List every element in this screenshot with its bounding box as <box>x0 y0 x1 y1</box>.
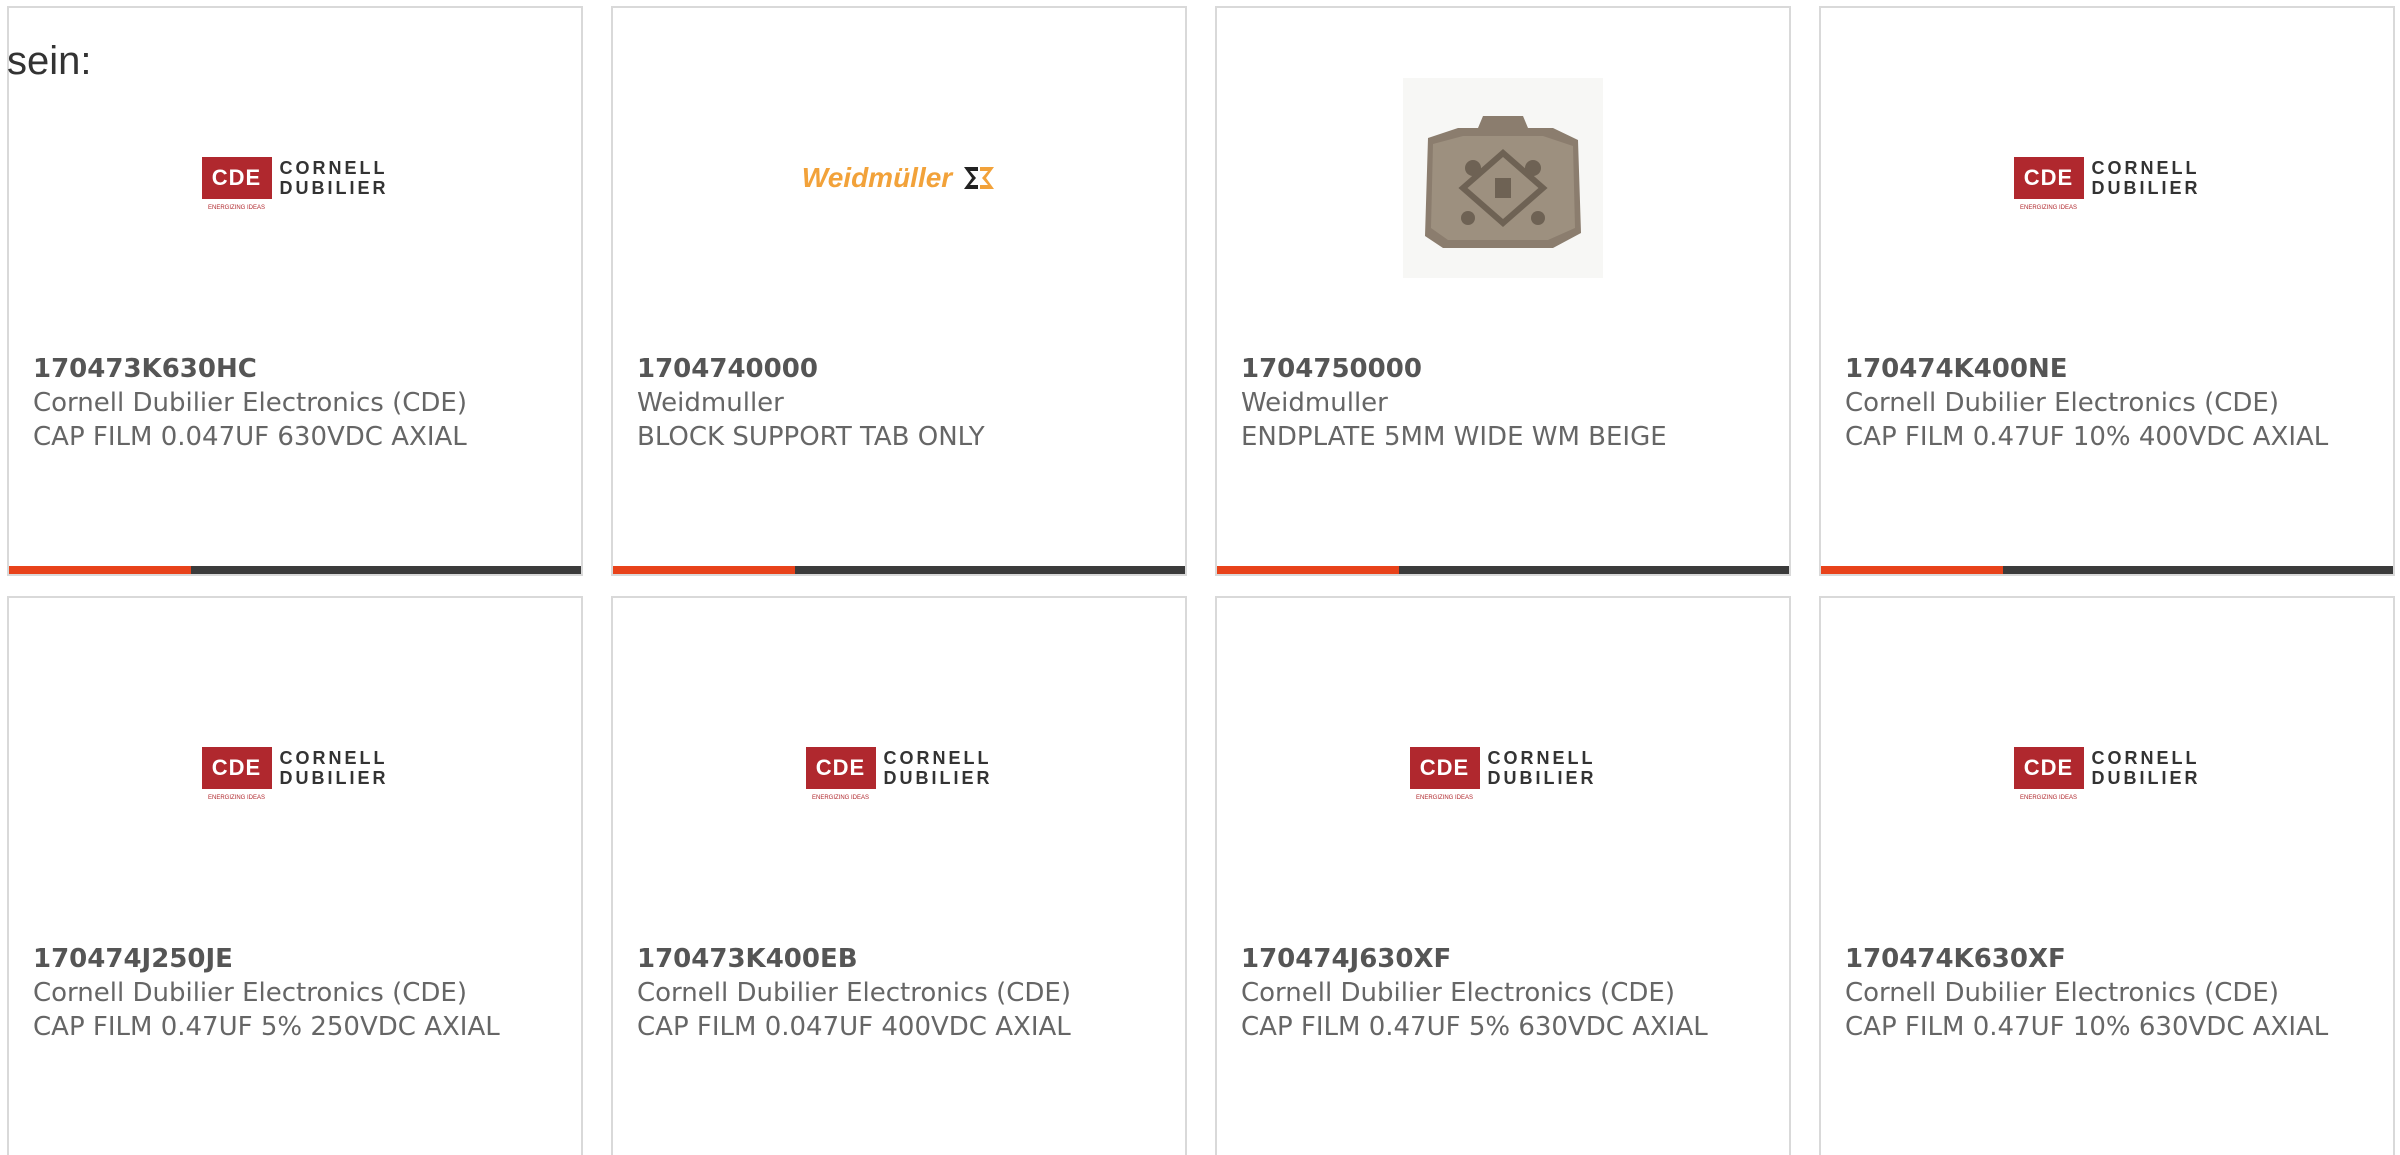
product-image[interactable]: CDE ENERGIZING IDEAS CORNELL DUBILIER <box>1821 658 2393 878</box>
product-image[interactable] <box>1217 68 1789 288</box>
description: BLOCK SUPPORT TAB ONLY <box>637 422 985 452</box>
description: CAP FILM 0.47UF 10% 630VDC AXIAL <box>1845 1012 2329 1042</box>
description: CAP FILM 0.047UF 400VDC AXIAL <box>637 1012 1071 1042</box>
description: CAP FILM 0.47UF 5% 630VDC AXIAL <box>1241 1012 1708 1042</box>
product-card[interactable]: CDE ENERGIZING IDEAS CORNELL DUBILIER 1704… <box>7 596 583 1155</box>
weidmuller-mark-icon <box>964 167 995 189</box>
product-card[interactable]: Weidmüller 1704740000 Weidmuller BLOCK S… <box>611 6 1187 576</box>
endplate-photo <box>1403 78 1603 278</box>
manufacturer: Weidmuller <box>637 388 784 418</box>
part-number-link[interactable]: 170473K630HC <box>33 352 557 386</box>
part-number-link[interactable]: 170474K400NE <box>1845 352 2369 386</box>
manufacturer: Cornell Dubilier Electronics (CDE) <box>1845 978 2279 1008</box>
product-card[interactable]: CDE ENERGIZING IDEAS CORNELL DUBILIER 1704… <box>1819 596 2395 1155</box>
part-number-link[interactable]: 170473K400EB <box>637 942 1161 976</box>
manufacturer: Cornell Dubilier Electronics (CDE) <box>33 978 467 1008</box>
card-bar <box>9 566 581 574</box>
manufacturer: Cornell Dubilier Electronics (CDE) <box>1241 978 1675 1008</box>
card-bar <box>1217 566 1789 574</box>
product-image[interactable]: CDE ENERGIZING IDEAS CORNELL DUBILIER <box>9 658 581 878</box>
part-number-link[interactable]: 1704740000 <box>637 352 1161 386</box>
part-number-link[interactable]: 170474K630XF <box>1845 942 2369 976</box>
part-number-link[interactable]: 1704750000 <box>1241 352 1765 386</box>
product-card[interactable]: CDE ENERGIZING IDEAS CORNELL DUBILIER 1704… <box>7 6 583 576</box>
product-card[interactable]: CDE ENERGIZING IDEAS CORNELL DUBILIER 1704… <box>611 596 1187 1155</box>
weidmuller-logo: Weidmüller <box>802 162 996 194</box>
description: ENDPLATE 5MM WIDE WM BEIGE <box>1241 422 1667 452</box>
description: CAP FILM 0.47UF 5% 250VDC AXIAL <box>33 1012 500 1042</box>
page: sein: CDE ENERGIZING IDEAS CORNELL DUBILIE… <box>0 0 2400 1155</box>
manufacturer: Weidmuller <box>1241 388 1388 418</box>
product-card[interactable]: 1704750000 Weidmuller ENDPLATE 5MM WIDE … <box>1215 6 1791 576</box>
part-number-link[interactable]: 170474J630XF <box>1241 942 1765 976</box>
manufacturer: Cornell Dubilier Electronics (CDE) <box>33 388 467 418</box>
intro-text: sein: <box>7 39 92 83</box>
manufacturer: Cornell Dubilier Electronics (CDE) <box>1845 388 2279 418</box>
part-number-link[interactable]: 170474J250JE <box>33 942 557 976</box>
card-bar <box>1821 566 2393 574</box>
product-image[interactable]: CDE ENERGIZING IDEAS CORNELL DUBILIER <box>1821 68 2393 288</box>
manufacturer: Cornell Dubilier Electronics (CDE) <box>637 978 1071 1008</box>
cde-logo: CDE ENERGIZING IDEAS CORNELL DUBILIER <box>2013 157 2201 211</box>
product-image[interactable]: Weidmüller <box>613 68 1185 288</box>
cde-logo: CDE ENERGIZING IDEAS CORNELL DUBILIER <box>201 747 389 801</box>
product-image[interactable]: CDE ENERGIZING IDEAS CORNELL DUBILIER <box>1217 658 1789 878</box>
product-card[interactable]: CDE ENERGIZING IDEAS CORNELL DUBILIER 1704… <box>1215 596 1791 1155</box>
product-image[interactable]: CDE ENERGIZING IDEAS CORNELL DUBILIER <box>9 68 581 288</box>
cde-logo: CDE ENERGIZING IDEAS CORNELL DUBILIER <box>1409 747 1597 801</box>
cde-logo: CDE ENERGIZING IDEAS CORNELL DUBILIER <box>805 747 993 801</box>
description: CAP FILM 0.047UF 630VDC AXIAL <box>33 422 467 452</box>
description: CAP FILM 0.47UF 10% 400VDC AXIAL <box>1845 422 2329 452</box>
card-bar <box>613 566 1185 574</box>
cde-logo: CDE ENERGIZING IDEAS CORNELL DUBILIER <box>201 157 389 211</box>
cde-logo: CDE ENERGIZING IDEAS CORNELL DUBILIER <box>2013 747 2201 801</box>
product-image[interactable]: CDE ENERGIZING IDEAS CORNELL DUBILIER <box>613 658 1185 878</box>
product-card[interactable]: CDE ENERGIZING IDEAS CORNELL DUBILIER 1704… <box>1819 6 2395 576</box>
